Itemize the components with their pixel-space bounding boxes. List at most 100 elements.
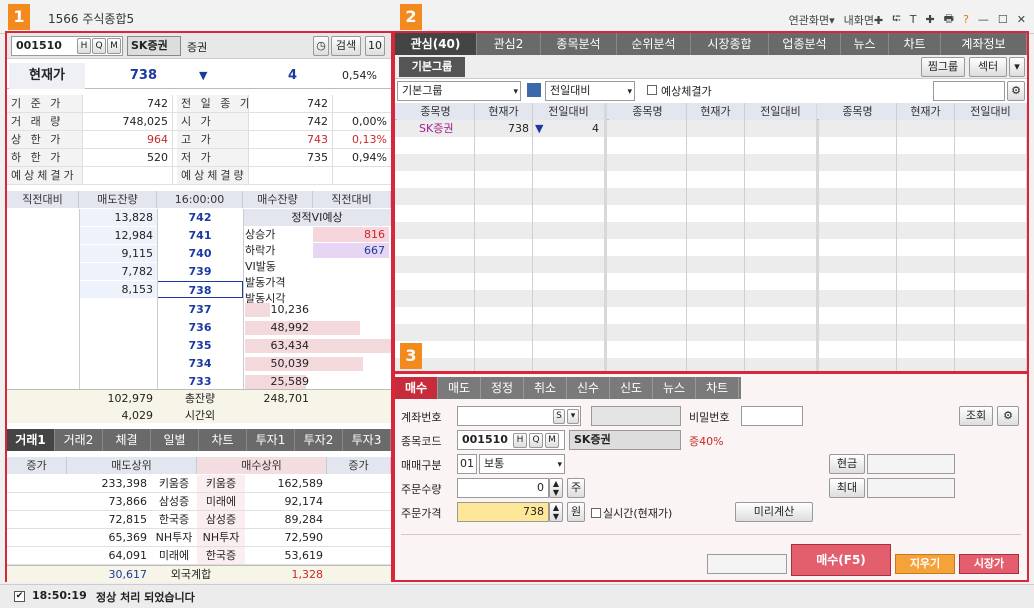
broker-header: 증가 매도상위 매수상위 증가 (7, 457, 391, 474)
watch-search-input[interactable] (933, 81, 1005, 101)
account-search-button[interactable]: S (553, 409, 565, 424)
type-code[interactable]: 01 (457, 454, 477, 474)
clock-icon[interactable]: ◷ (313, 36, 329, 56)
broker-row: 64,091 미래에 한국증 53,619 (7, 547, 391, 565)
search-button[interactable]: 검색 (331, 36, 361, 56)
ask-price[interactable]: 740 (157, 245, 243, 262)
tab-watch-7[interactable]: 차트 (889, 33, 941, 55)
qty-input[interactable]: 0 (457, 478, 549, 498)
tab-order-1[interactable]: 매도 (438, 377, 481, 399)
bid-price[interactable]: 737 (157, 301, 243, 318)
info-label: 예상체결량 (177, 167, 249, 184)
tab-watch-3[interactable]: 순위분석 (617, 33, 691, 55)
window-menu-item[interactable]: — (978, 13, 989, 26)
tab-order-7[interactable]: 차트 (696, 377, 739, 399)
gear-icon[interactable]: ⚙ (997, 406, 1019, 426)
cash-button[interactable]: 현금 (829, 454, 865, 474)
tab-watch-6[interactable]: 뉴스 (841, 33, 889, 55)
info-row: 기 준 가 742 전 일 종 가 742 (7, 95, 391, 113)
grid-icon[interactable] (527, 83, 541, 97)
price-input[interactable]: 738 (457, 502, 549, 522)
qty-label: 주문수량 (401, 483, 442, 496)
qty-stepper[interactable]: ▲ ▼ (549, 478, 563, 498)
after-hours-ask: 4,029 (121, 409, 154, 422)
sell-qty: 233,398 (101, 477, 148, 490)
expected-checkbox[interactable] (647, 85, 657, 95)
compare-select[interactable]: 전일대비 ▾ (545, 81, 635, 101)
sector-button[interactable]: 섹터 (969, 57, 1007, 77)
market-order-button[interactable]: 시장가 (959, 554, 1019, 574)
count-button[interactable]: 10 (365, 36, 385, 56)
tab-bottom-7[interactable]: 투자3 (343, 429, 391, 451)
max-button[interactable]: 최대 (829, 478, 865, 498)
header-top-sellers: 매도상위 (67, 457, 197, 474)
tab-bottom-6[interactable]: 투자2 (295, 429, 343, 451)
tab-order-5[interactable]: 신도 (610, 377, 653, 399)
type-select[interactable]: 보통 ▾ (479, 454, 565, 474)
window-menu-item[interactable]: ☐ (998, 13, 1008, 26)
window-menu-item[interactable]: ✚ (925, 13, 934, 26)
bid-price[interactable]: 736 (157, 319, 243, 336)
tab-watch-4[interactable]: 시장종합 (691, 33, 769, 55)
tab-bottom-3[interactable]: 일별 (151, 429, 199, 451)
memo-button[interactable]: M (545, 433, 559, 448)
buy-broker: 한국증 (197, 547, 245, 564)
window-menu-item[interactable]: 내화면✚ (844, 12, 884, 28)
broker-row: 233,398 키움증 키움증 162,589 (7, 475, 391, 493)
tab-bottom-2[interactable]: 체결 (103, 429, 151, 451)
broker-row: 72,815 한국증 삼성증 89,284 (7, 511, 391, 529)
chevron-down-icon[interactable]: ▾ (567, 409, 579, 424)
tab-order-2[interactable]: 정정 (481, 377, 524, 399)
price-stepper[interactable]: ▲ ▼ (549, 502, 563, 522)
group-select[interactable]: 기본그룹 ▾ (397, 81, 521, 101)
inquiry-button[interactable]: 조회 (959, 406, 993, 426)
clear-button[interactable]: 지우기 (895, 554, 955, 574)
realtime-checkbox[interactable] (591, 508, 601, 518)
vi-label: 발동가격 (245, 276, 286, 289)
ask-price[interactable]: 739 (157, 263, 243, 280)
window-menu-item[interactable]: 🖶 (944, 10, 954, 29)
bid-price[interactable]: 733 (157, 373, 243, 390)
ask-price[interactable]: 738 (157, 281, 243, 298)
precalc-button[interactable]: 미리계산 (735, 502, 813, 522)
memo-button[interactable]: M (107, 38, 121, 54)
search-icon[interactable]: Q (92, 38, 106, 54)
chevron-down-icon[interactable]: ▾ (1009, 57, 1025, 77)
password-input[interactable] (741, 406, 803, 426)
tab-watch-1[interactable]: 관심2 (477, 33, 541, 55)
tab-order-4[interactable]: 신수 (567, 377, 610, 399)
history-button[interactable]: H (513, 433, 527, 448)
gear-icon[interactable]: ⚙ (1007, 81, 1025, 101)
tab-bottom-5[interactable]: 투자1 (247, 429, 295, 451)
window-menu-item[interactable]: ✕ (1017, 13, 1026, 26)
window-menu-item[interactable]: ⮓ (892, 10, 901, 29)
tab-order-6[interactable]: 뉴스 (653, 377, 696, 399)
group-tab[interactable]: 기본그룹 (399, 57, 465, 77)
buy-button[interactable]: 매수(F5) (791, 544, 891, 576)
tab-watch-5[interactable]: 업종분석 (769, 33, 841, 55)
search-icon[interactable]: Q (529, 433, 543, 448)
tab-watch-0[interactable]: 관심(40) (395, 33, 477, 55)
tab-watch-8[interactable]: 계좌정보 (941, 33, 1027, 55)
window-menu-item[interactable]: ? (963, 13, 969, 26)
tab-order-3[interactable]: 취소 (524, 377, 567, 399)
ask-price[interactable]: 742 (157, 209, 243, 226)
ask-qty: 12,984 (79, 227, 157, 244)
tab-order-0[interactable]: 매수 (395, 377, 438, 399)
window-menu-item[interactable]: 연관화면▾ (789, 12, 835, 28)
window-menu-item[interactable]: T (910, 13, 917, 26)
favorite-group-button[interactable]: 찜그룹 (921, 57, 965, 77)
tab-bottom-0[interactable]: 거래1 (7, 429, 55, 451)
section-badge-3: 3 (400, 343, 422, 369)
foreign-label: 외국계합 (170, 568, 212, 581)
watch-stock-name[interactable]: SK증권 (419, 120, 475, 137)
bid-price[interactable]: 735 (157, 337, 243, 354)
tab-bottom-1[interactable]: 거래2 (55, 429, 103, 451)
sell-qty: 65,369 (108, 531, 148, 544)
ask-price[interactable]: 741 (157, 227, 243, 244)
header-sell-inc: 증가 (7, 457, 67, 474)
history-button[interactable]: H (77, 38, 91, 54)
bid-price[interactable]: 734 (157, 355, 243, 372)
tab-bottom-4[interactable]: 차트 (199, 429, 247, 451)
tab-watch-2[interactable]: 종목분석 (541, 33, 617, 55)
